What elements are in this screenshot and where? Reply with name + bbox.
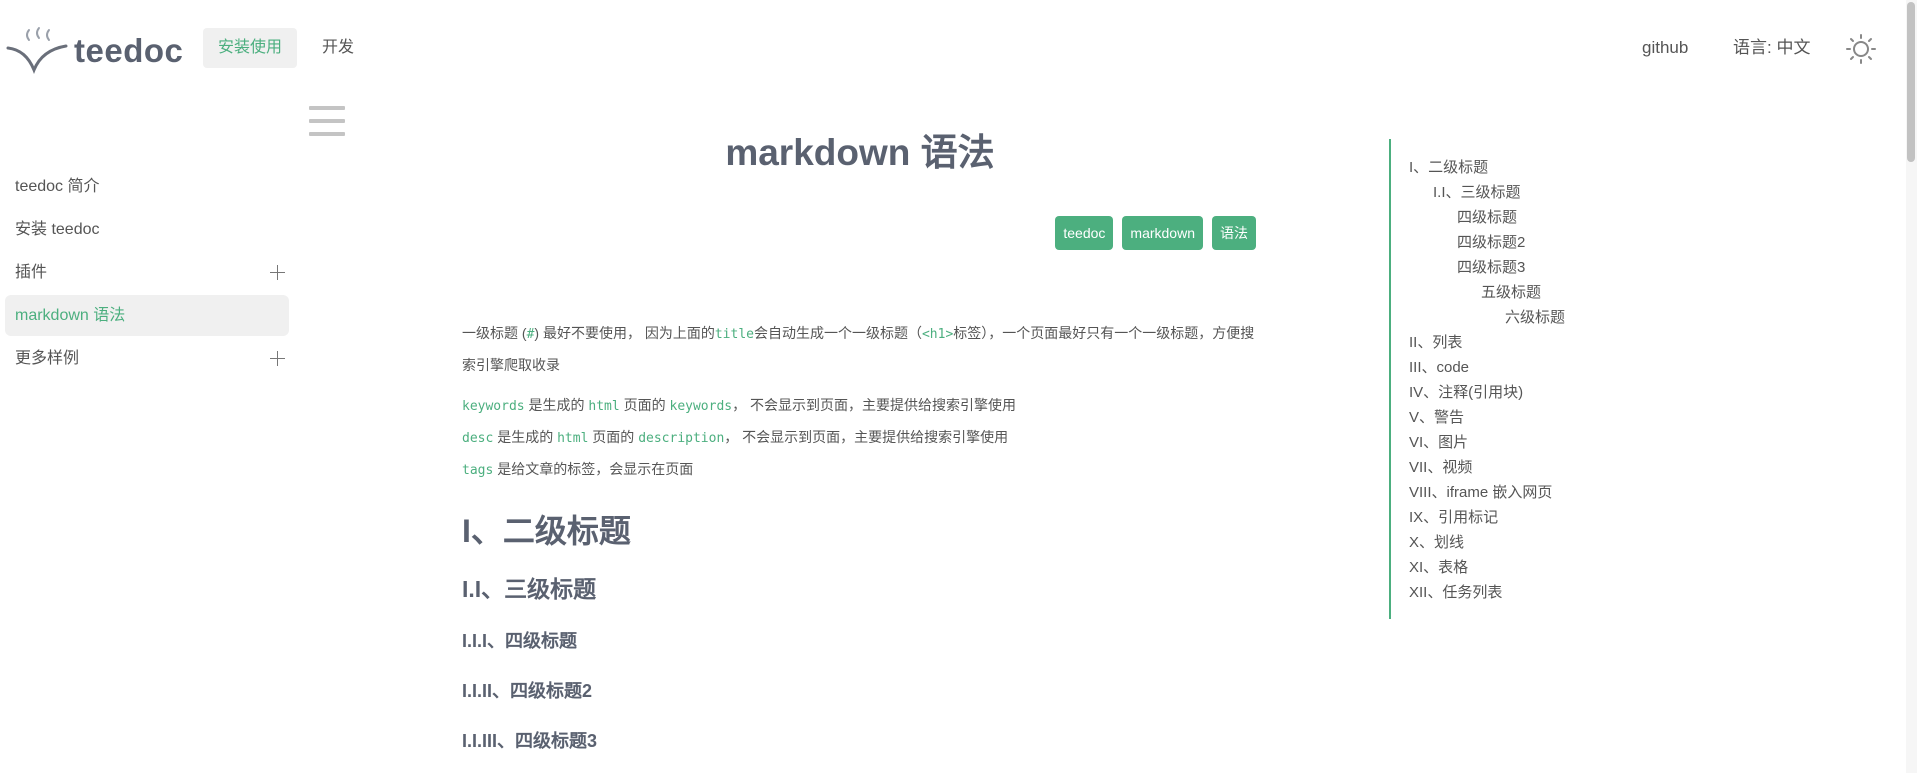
expand-plus-icon[interactable] — [270, 252, 286, 293]
toc-item[interactable]: VIII、iframe 嵌入网页 — [1409, 480, 1619, 505]
inline-code: desc — [462, 431, 494, 446]
inline-code: html — [588, 399, 620, 414]
toc-item[interactable]: XI、表格 — [1409, 555, 1619, 580]
expand-plus-icon[interactable] — [270, 338, 286, 379]
tag-teedoc[interactable]: teedoc — [1055, 216, 1114, 250]
github-link[interactable]: github — [1642, 28, 1688, 68]
sidebar-item-plugins[interactable]: 插件 — [5, 252, 289, 293]
sidebar-toggle-icon[interactable] — [309, 106, 345, 136]
sidebar-item-intro[interactable]: teedoc 简介 — [5, 166, 289, 207]
site-logo[interactable]: teedoc — [6, 26, 186, 76]
toc-item[interactable]: 四级标题2 — [1409, 230, 1619, 255]
sidebar-item-more-examples[interactable]: 更多样例 — [5, 338, 289, 379]
sidebar-item-label: 插件 — [15, 264, 48, 281]
toc-item[interactable]: VII、视频 — [1409, 455, 1619, 480]
toc-item[interactable]: 六级标题 — [1409, 305, 1619, 330]
tag-markdown[interactable]: markdown — [1122, 216, 1203, 250]
theme-toggle-sun-icon[interactable] — [1846, 34, 1876, 64]
toc-item[interactable]: III、code — [1409, 355, 1619, 380]
toc-item[interactable]: VI、图片 — [1409, 430, 1619, 455]
toc-item[interactable]: IV、注释(引用块) — [1409, 380, 1619, 405]
sidebar-item-install[interactable]: 安装 teedoc — [5, 209, 289, 250]
sidebar: teedoc 简介 安装 teedoc 插件 markdown 语法 更多样例 — [5, 166, 289, 381]
toc-item[interactable]: I.I、三级标题 — [1409, 180, 1619, 205]
inline-code: tags — [462, 463, 494, 478]
toc-item[interactable]: 四级标题3 — [1409, 255, 1619, 280]
heading-level-4: I.I.III、四级标题3 — [462, 731, 598, 751]
sidebar-item-label: 安装 teedoc — [15, 221, 100, 238]
toc-item[interactable]: II、列表 — [1409, 330, 1619, 355]
toc-item[interactable]: 四级标题 — [1409, 205, 1619, 230]
article-content: 一级标题 (#) 最好不要使用， 因为上面的title会自动生成一个一级标题（<… — [462, 318, 1267, 753]
sidebar-item-label: 更多样例 — [15, 350, 80, 367]
inline-code: description — [638, 431, 725, 446]
top-header: teedoc 安装使用 开发 github 语言: 中文 — [0, 0, 1917, 98]
language-selector[interactable]: 语言: 中文 — [1733, 28, 1810, 68]
sidebar-item-label: markdown 语法 — [15, 307, 126, 324]
inline-code: keywords — [462, 399, 525, 414]
toc-item[interactable]: XII、任务列表 — [1409, 580, 1619, 605]
toc-item[interactable]: IX、引用标记 — [1409, 505, 1619, 530]
heading-level-2: I、二级标题 — [462, 513, 631, 549]
sidebar-item-markdown[interactable]: markdown 语法 — [5, 295, 289, 336]
page-scrollbar[interactable] — [1906, 0, 1917, 773]
page-title: markdown 语法 — [725, 132, 995, 173]
inline-code: html — [557, 431, 589, 446]
tag-syntax[interactable]: 语法 — [1212, 216, 1256, 250]
logo-text: teedoc — [74, 32, 184, 69]
teedoc-logo-icon — [6, 27, 68, 75]
tag-list: teedoc markdown 语法 — [1055, 216, 1256, 250]
toc-item[interactable]: I、二级标题 — [1409, 155, 1619, 180]
inline-code: title — [714, 327, 754, 342]
inline-code: <h1> — [921, 327, 954, 342]
toc-item[interactable]: V、警告 — [1409, 405, 1619, 430]
nav-install[interactable]: 安装使用 — [203, 28, 298, 68]
toc-item[interactable]: X、划线 — [1409, 530, 1619, 555]
sidebar-item-label: teedoc 简介 — [15, 178, 100, 195]
nav-develop[interactable]: 开发 — [307, 28, 369, 68]
heading-level-4: I.I.II、四级标题2 — [462, 681, 593, 701]
table-of-contents: I、二级标题 I.I、三级标题 四级标题 四级标题2 四级标题3 五级标题 六级… — [1389, 139, 1619, 619]
meta-paragraph: keywords 是生成的 html 页面的 keywords， 不会显示到页面… — [462, 397, 1017, 478]
intro-paragraph: 一级标题 (#) 最好不要使用， 因为上面的title会自动生成一个一级标题（<… — [462, 325, 1255, 373]
heading-level-3: I.I、三级标题 — [462, 576, 597, 602]
inline-code: keywords — [669, 399, 733, 414]
heading-level-4: I.I.I、四级标题 — [462, 631, 578, 651]
scrollbar-thumb[interactable] — [1907, 2, 1915, 162]
toc-item[interactable]: 五级标题 — [1409, 280, 1619, 305]
